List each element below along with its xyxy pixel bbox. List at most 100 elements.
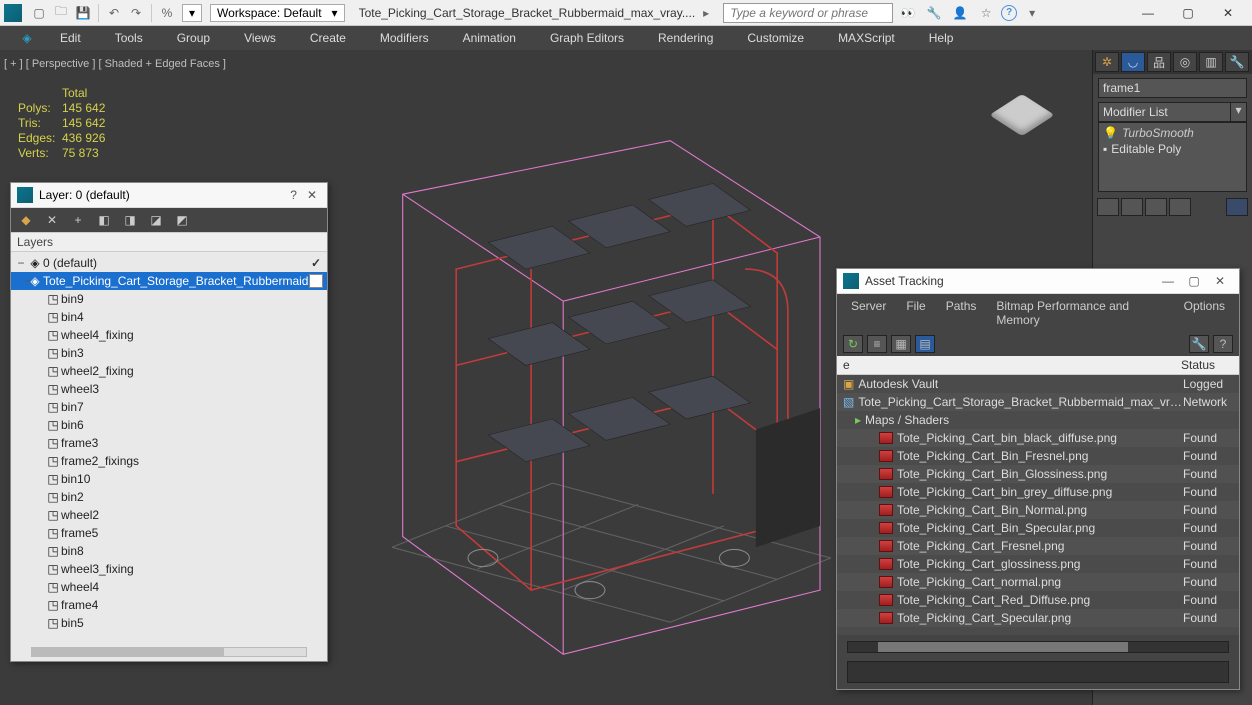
select-highlighted-icon[interactable]: ◧ <box>95 211 113 229</box>
viewport-label[interactable]: [ + ] [ Perspective ] [ Shaded + Edged F… <box>4 58 226 70</box>
asset-list[interactable]: ▣ Autodesk Vault Logged ▧ Tote_Picking_C… <box>837 375 1239 635</box>
asset-map-row[interactable]: Tote_Picking_Cart_Specular.pngFound <box>837 609 1239 627</box>
asset-map-row[interactable]: Tote_Picking_Cart_normal.pngFound <box>837 573 1239 591</box>
asset-map-row[interactable]: Tote_Picking_Cart_Fresnel.pngFound <box>837 537 1239 555</box>
project-dropdown[interactable]: ▾ <box>182 4 202 22</box>
favorite-icon[interactable]: ☆ <box>976 3 996 23</box>
layer-checkbox[interactable] <box>309 274 323 288</box>
title-overflow-icon[interactable]: ▸ <box>696 3 716 23</box>
layer-selected-row[interactable]: −◈ Tote_Picking_Cart_Storage_Bracket_Rub… <box>11 272 327 290</box>
menu-animation[interactable]: Animation <box>451 28 528 48</box>
delete-layer-icon[interactable]: ✕ <box>43 211 61 229</box>
menu-graph-editors[interactable]: Graph Editors <box>538 28 636 48</box>
menu-modifiers[interactable]: Modifiers <box>368 28 441 48</box>
app-menu-icon[interactable]: ◈ <box>17 28 37 48</box>
modifier-dropdown-arrow-icon[interactable]: ▾ <box>1231 102 1247 122</box>
close-button[interactable]: ✕ <box>1208 1 1248 25</box>
layer-object-row[interactable]: ◳bin4 <box>11 308 327 326</box>
layer-object-row[interactable]: ◳frame3 <box>11 434 327 452</box>
menu-customize[interactable]: Customize <box>735 28 816 48</box>
asset-menu-paths[interactable]: Paths <box>938 297 985 329</box>
asset-map-row[interactable]: Tote_Picking_Cart_Bin_Specular.pngFound <box>837 519 1239 537</box>
menu-group[interactable]: Group <box>165 28 222 48</box>
modifier-item[interactable]: Editable Poly <box>1111 142 1181 156</box>
configure-modifier-sets-icon[interactable] <box>1226 198 1248 216</box>
modifier-expand-icon[interactable]: ▪ <box>1103 142 1107 156</box>
layer-object-row[interactable]: ◳frame4 <box>11 596 327 614</box>
asset-list-icon[interactable]: ≡ <box>867 335 887 353</box>
hierarchy-tab-icon[interactable]: 品 <box>1147 52 1171 72</box>
layer-object-row[interactable]: ◳wheel3_fixing <box>11 560 327 578</box>
menu-tools[interactable]: Tools <box>103 28 155 48</box>
layer-object-row[interactable]: ◳wheel2 <box>11 506 327 524</box>
asset-minimize-button[interactable]: — <box>1155 274 1181 288</box>
highlight-selected-icon[interactable]: ◨ <box>121 211 139 229</box>
open-file-icon[interactable]: 🗀 <box>51 3 71 23</box>
asset-tool-icon[interactable]: 🔧 <box>1189 335 1209 353</box>
user-icon[interactable]: 👤 <box>950 3 970 23</box>
object-name-field[interactable] <box>1098 78 1247 98</box>
layer-object-row[interactable]: ◳wheel4 <box>11 578 327 596</box>
help-icon[interactable]: ? <box>1001 5 1017 21</box>
asset-close-button[interactable]: ✕ <box>1207 274 1233 288</box>
asset-map-row[interactable]: Tote_Picking_Cart_bin_black_diffuse.pngF… <box>837 429 1239 447</box>
asset-row[interactable]: ▧ Tote_Picking_Cart_Storage_Bracket_Rubb… <box>837 393 1239 411</box>
search-input[interactable] <box>723 3 893 23</box>
layer-object-row[interactable]: ◳frame5 <box>11 524 327 542</box>
asset-map-row[interactable]: Tote_Picking_Cart_Bin_Fresnel.pngFound <box>837 447 1239 465</box>
hide-unhide-icon[interactable]: ◪ <box>147 211 165 229</box>
layer-active-check-icon[interactable]: ✓ <box>309 256 323 270</box>
new-file-icon[interactable]: ▢ <box>29 3 49 23</box>
pin-stack-icon[interactable] <box>1097 198 1119 216</box>
asset-map-row[interactable]: Tote_Picking_Cart_Red_Diffuse.pngFound <box>837 591 1239 609</box>
display-tab-icon[interactable]: ▥ <box>1199 52 1223 72</box>
layer-object-row[interactable]: ◳bin6 <box>11 416 327 434</box>
layer-object-row[interactable]: ◳bin8 <box>11 542 327 560</box>
add-to-layer-icon[interactable]: + <box>69 211 87 229</box>
workspace-selector[interactable]: Workspace: Default ▾ <box>210 4 345 22</box>
layer-object-row[interactable]: ◳bin7 <box>11 398 327 416</box>
menu-maxscript[interactable]: MAXScript <box>826 28 907 48</box>
asset-refresh-icon[interactable]: ↻ <box>843 335 863 353</box>
asset-map-row[interactable]: Tote_Picking_Cart_Bin_Glossiness.pngFoun… <box>837 465 1239 483</box>
remove-modifier-icon[interactable] <box>1169 198 1191 216</box>
minimize-button[interactable]: — <box>1128 1 1168 25</box>
layer-object-row[interactable]: ◳wheel4_fixing <box>11 326 327 344</box>
asset-group-row[interactable]: ▸ Maps / Shaders <box>837 411 1239 429</box>
layer-root-row[interactable]: −◈ 0 (default) ✓ <box>11 254 327 272</box>
asset-map-row[interactable]: Tote_Picking_Cart_Bin_Normal.pngFound <box>837 501 1239 519</box>
asset-table-icon[interactable]: ▤ <box>915 335 935 353</box>
show-end-result-icon[interactable] <box>1121 198 1143 216</box>
wrench-icon[interactable]: 🔧 <box>924 3 944 23</box>
link-icon[interactable]: % <box>157 3 177 23</box>
asset-col-name[interactable]: e <box>843 358 1181 372</box>
layer-object-row[interactable]: ◳bin3 <box>11 344 327 362</box>
motion-tab-icon[interactable]: ◎ <box>1173 52 1197 72</box>
layer-object-row[interactable]: ◳bin2 <box>11 488 327 506</box>
menu-views[interactable]: Views <box>232 28 288 48</box>
layer-object-row[interactable]: ◳bin10 <box>11 470 327 488</box>
layer-object-row[interactable]: ◳wheel2_fixing <box>11 362 327 380</box>
menu-rendering[interactable]: Rendering <box>646 28 725 48</box>
asset-menu-server[interactable]: Server <box>843 297 894 329</box>
save-file-icon[interactable]: 💾 <box>73 3 93 23</box>
asset-help-icon[interactable]: ? <box>1213 335 1233 353</box>
maximize-button[interactable]: ▢ <box>1168 1 1208 25</box>
modify-tab-icon[interactable]: ◡ <box>1121 52 1145 72</box>
asset-col-status[interactable]: Status <box>1181 358 1233 372</box>
modifier-stack[interactable]: 💡TurboSmooth ▪Editable Poly <box>1098 122 1247 192</box>
asset-menu-bitmap[interactable]: Bitmap Performance and Memory <box>988 297 1171 329</box>
binoculars-icon[interactable]: 👀 <box>898 3 918 23</box>
asset-menu-file[interactable]: File <box>898 297 933 329</box>
layer-object-row[interactable]: ◳bin5 <box>11 614 327 632</box>
asset-menu-options[interactable]: Options <box>1176 297 1233 329</box>
create-tab-icon[interactable]: ✲ <box>1095 52 1119 72</box>
undo-icon[interactable]: ↶ <box>104 3 124 23</box>
asset-map-row[interactable]: Tote_Picking_Cart_glossiness.pngFound <box>837 555 1239 573</box>
layer-close-icon[interactable]: ✕ <box>303 188 321 202</box>
layer-object-row[interactable]: ◳frame2_fixings <box>11 452 327 470</box>
modifier-item[interactable]: TurboSmooth <box>1122 126 1194 140</box>
asset-thumb-icon[interactable]: ▦ <box>891 335 911 353</box>
asset-hscrollbar[interactable] <box>847 641 1229 653</box>
menu-create[interactable]: Create <box>298 28 358 48</box>
